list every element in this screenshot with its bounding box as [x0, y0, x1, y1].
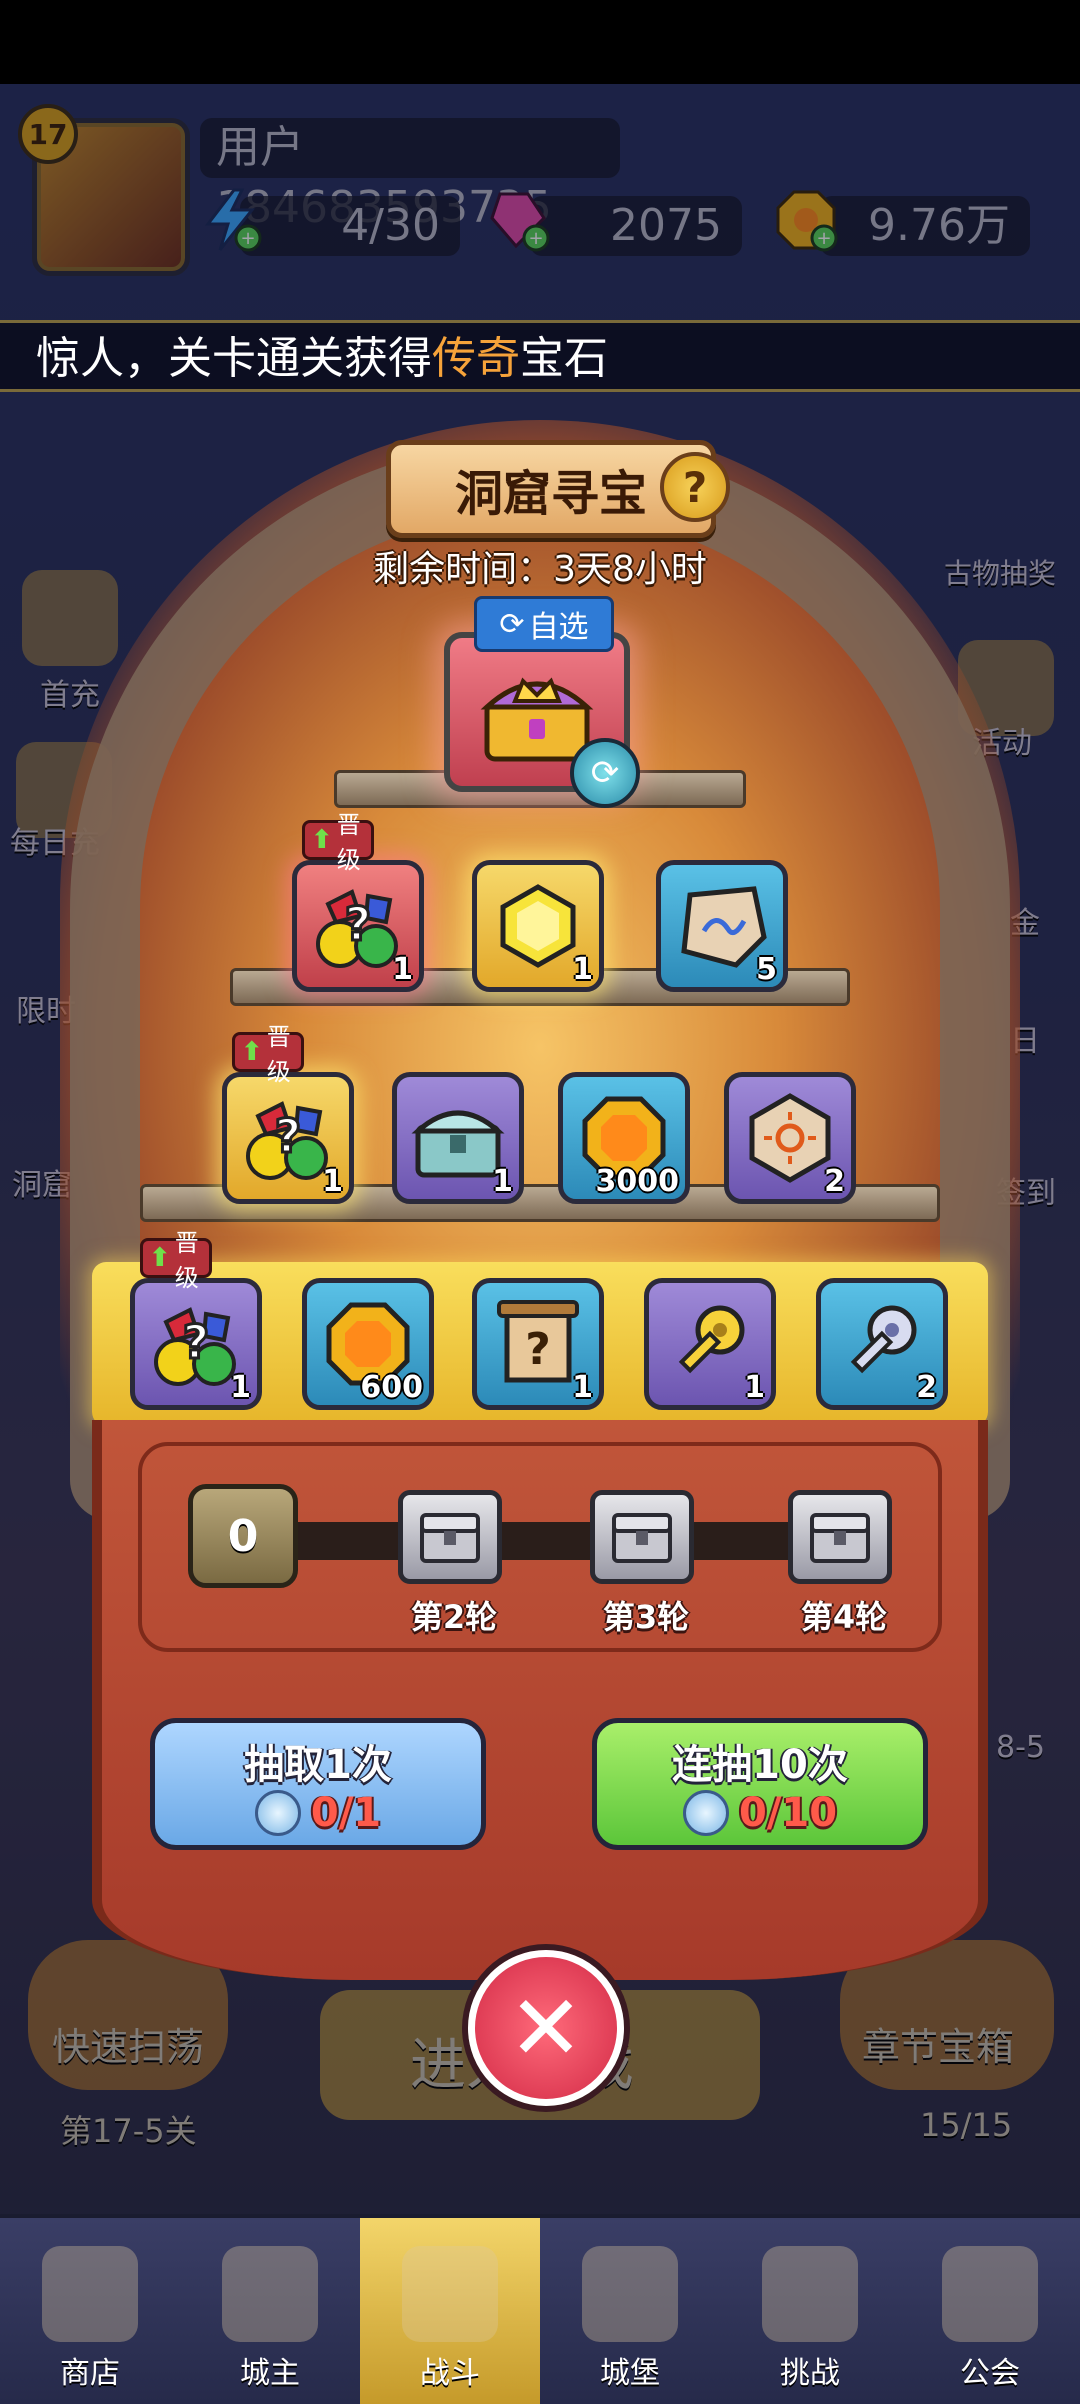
close-button[interactable]: ✕ [468, 1950, 624, 2106]
marquee-suffix: 宝石 [520, 333, 608, 384]
marquee-prefix: 惊人，关卡通关获得 [36, 333, 432, 384]
round3-label: 第3轮 [602, 1598, 690, 1636]
status-bar [0, 0, 1080, 84]
nav-label: 城堡 [600, 2356, 660, 2391]
tier2-reward-slot[interactable]: ? 1 [222, 1072, 354, 1204]
upgrade-tag-label: 晋级 [174, 1229, 199, 1292]
reward-quantity: 1 [492, 1164, 513, 1199]
reward-quantity: 1 [392, 952, 413, 987]
tier3-reward-slot[interactable]: 600 [302, 1278, 434, 1410]
silver-chest-icon [810, 1513, 870, 1563]
castle-icon [582, 2246, 678, 2342]
marquee-highlight: 传奇 [432, 333, 520, 384]
upgrade-tag: ⬆ 晋级 [232, 1023, 304, 1086]
silver-chest-icon [420, 1513, 480, 1563]
upgrade-tag-label: 晋级 [336, 811, 361, 874]
tier1-reward-slot[interactable]: ? 1 [292, 860, 424, 992]
tier1-reward-slot[interactable]: 1 [472, 860, 604, 992]
remaining-time: 剩余时间：3天8小时 [373, 549, 707, 590]
nav-label: 挑战 [780, 2356, 840, 2391]
nav-demon[interactable]: 挑战 [720, 2218, 900, 2404]
reward-quantity: 2 [824, 1164, 845, 1199]
crown-icon [222, 2246, 318, 2342]
crystal-key-icon [254, 1790, 301, 1836]
draw-ten-cost: 0/10 [682, 1790, 837, 1836]
tier3-reward-slot[interactable]: 2 [816, 1278, 948, 1410]
tier1-reward-slot[interactable]: 5 [656, 860, 788, 992]
draw-ten-button[interactable]: 连抽10次 0/10 [592, 1718, 928, 1850]
round4-chest[interactable] [788, 1490, 892, 1584]
svg-text:?: ? [183, 1315, 210, 1369]
nav-guild-flag[interactable]: 公会 [900, 2218, 1080, 2404]
draw-ten-label: 连抽10次 [672, 1742, 848, 1788]
nav-crossed-swords[interactable]: 战斗 [360, 2218, 540, 2404]
upgrade-arrow-icon: ⬆ [241, 1037, 263, 1067]
reward-quantity: 5 [756, 952, 777, 987]
shop-icon [42, 2246, 138, 2342]
upgrade-arrow-icon: ⬆ [311, 825, 333, 855]
silver-chest-icon [612, 1513, 672, 1563]
round3-chest[interactable] [590, 1490, 694, 1584]
reward-quantity: 1 [744, 1370, 765, 1405]
reward-quantity: 1 [572, 1370, 593, 1405]
auto-select-label: 自选 [528, 610, 589, 645]
upgrade-arrow-icon: ⬆ [149, 1243, 171, 1273]
draw-once-button[interactable]: 抽取1次 0/1 [150, 1718, 486, 1850]
reward-quantity: 1 [572, 952, 593, 987]
round2-chest[interactable] [398, 1490, 502, 1584]
tier3-reward-slot[interactable]: ? 1 [130, 1278, 262, 1410]
round4-label: 第4轮 [800, 1598, 888, 1636]
tier2-reward-slot[interactable]: 2 [724, 1072, 856, 1204]
yellow-gem-icon [493, 881, 583, 971]
svg-text:?: ? [525, 1324, 551, 1375]
reward-quantity: 1 [230, 1370, 251, 1405]
nav-label: 公会 [960, 2356, 1020, 2391]
nav-label: 商店 [60, 2356, 120, 2391]
nav-castle[interactable]: 城堡 [540, 2218, 720, 2404]
nav-label: 城主 [240, 2356, 300, 2391]
announcement-marquee: 惊人，关卡通关获得传奇宝石 [0, 320, 1080, 392]
reward-quantity: 1 [322, 1164, 343, 1199]
help-button[interactable]: ? [660, 452, 730, 522]
draw-progress-badge: 0 [188, 1484, 298, 1588]
guild-flag-icon [942, 2246, 1038, 2342]
crossed-swords-icon [402, 2246, 498, 2342]
upgrade-tag: ⬆ 晋级 [302, 811, 374, 874]
round-progress-track [232, 1522, 872, 1560]
tier2-reward-slot[interactable]: 3000 [558, 1072, 690, 1204]
tier2-reward-slot[interactable]: 1 [392, 1072, 524, 1204]
demon-icon [762, 2246, 858, 2342]
refresh-button[interactable]: ⟳ [570, 738, 640, 808]
upgrade-tag-label: 晋级 [266, 1023, 291, 1086]
auto-select-tag[interactable]: ⟳ 自选 [474, 596, 614, 652]
mystery-scroll-icon: ? [493, 1296, 583, 1392]
reward-quantity: 600 [360, 1370, 423, 1405]
refresh-small-icon: ⟳ [499, 606, 525, 642]
svg-text:?: ? [275, 1109, 302, 1163]
tier3-reward-slot[interactable]: ? 1 [472, 1278, 604, 1410]
draw-once-cost: 0/1 [254, 1790, 381, 1836]
svg-text:?: ? [345, 897, 372, 951]
nav-crown[interactable]: 城主 [180, 2218, 360, 2404]
bottom-nav: 商店 城主 战斗 城堡 挑战 公会 [0, 2214, 1080, 2404]
nav-shop[interactable]: 商店 [0, 2218, 180, 2404]
crystal-key-icon [682, 1790, 729, 1836]
round2-label: 第2轮 [410, 1598, 498, 1636]
tier3-reward-slot[interactable]: 1 [644, 1278, 776, 1410]
upgrade-tag: ⬆ 晋级 [140, 1229, 212, 1292]
nav-label: 战斗 [420, 2356, 480, 2391]
reward-quantity: 2 [916, 1370, 937, 1405]
draw-once-label: 抽取1次 [244, 1742, 392, 1788]
reward-quantity: 3000 [595, 1164, 680, 1199]
